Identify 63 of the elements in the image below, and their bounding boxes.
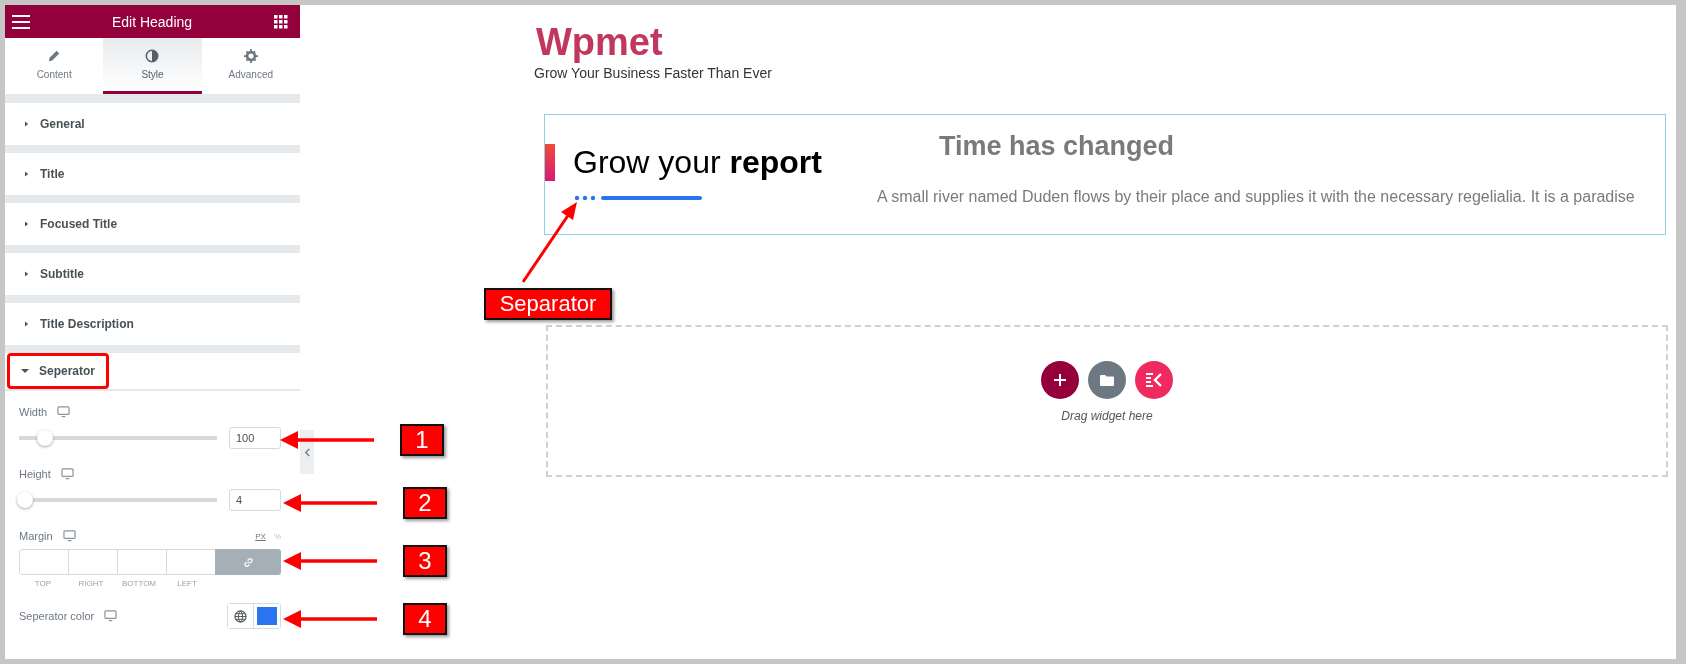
monitor-icon (57, 406, 71, 418)
grid-icon (274, 14, 288, 29)
slider-thumb[interactable] (36, 430, 53, 446)
caret-icon (25, 270, 30, 278)
site-tagline: Grow Your Business Faster Than Ever (534, 65, 773, 81)
number-field[interactable]: 4 (229, 489, 281, 511)
pencil-icon (47, 49, 62, 63)
input-field[interactable] (117, 549, 167, 575)
side-label: RIGHT (77, 578, 105, 588)
control-label: Width (19, 406, 48, 418)
side-label: LEFT (176, 578, 198, 588)
side-label: TOP (33, 578, 53, 588)
monitor-icon (62, 530, 76, 542)
section-header[interactable]: Seperator (7, 353, 110, 389)
panel-title: Edit Heading (111, 13, 193, 30)
callout-number: 4 (403, 603, 447, 635)
side-label: BOTTOM (120, 578, 158, 588)
drop-hint: Drag widget here (1061, 409, 1153, 423)
input-field[interactable] (19, 549, 69, 575)
collapse-handle[interactable] (300, 430, 314, 474)
folder-icon (1100, 374, 1114, 386)
callout-number: 3 (403, 545, 447, 577)
control-label: Height (19, 468, 51, 480)
monitor-icon (60, 468, 74, 480)
half-circle-icon (145, 49, 160, 63)
arrow-icon (283, 551, 379, 571)
control-label: Margin (19, 530, 53, 542)
globe-icon (234, 609, 247, 623)
panel-tab[interactable]: Style (103, 38, 202, 94)
caret-icon (25, 120, 30, 128)
settings-icon (243, 49, 258, 63)
arrow-icon (280, 430, 376, 450)
link-button[interactable] (215, 549, 281, 575)
arrow-icon (283, 609, 379, 629)
heading-text: Grow your report (573, 144, 822, 181)
unit-toggle[interactable]: PX (255, 531, 266, 541)
control-label: Seperator color (19, 610, 95, 622)
callout-number: 1 (400, 424, 444, 456)
library-button[interactable] (1135, 361, 1173, 399)
link-icon (242, 556, 254, 568)
caret-icon (21, 367, 29, 375)
callout-number: 2 (403, 487, 447, 519)
caret-icon (25, 220, 30, 228)
slider-thumb[interactable] (17, 492, 33, 508)
input-field[interactable] (68, 549, 118, 575)
number-field[interactable]: 100 (229, 427, 281, 449)
caret-icon (25, 170, 30, 178)
accent-bar (545, 144, 555, 181)
aside-title: Time has changed (939, 131, 1176, 162)
template-button[interactable] (1088, 361, 1126, 399)
input-field[interactable] (166, 549, 216, 575)
monitor-icon (104, 610, 118, 622)
add-button[interactable] (1041, 361, 1079, 399)
callout-label: Separator (484, 288, 612, 320)
arrow-icon (519, 200, 579, 284)
plus-icon (1054, 374, 1066, 386)
site-logo: Wpmet (535, 22, 664, 62)
globe-button[interactable] (228, 604, 254, 628)
caret-icon (25, 320, 30, 328)
menu-icon (12, 14, 30, 29)
aside-text: A small river named Duden flows by their place and supplies it with the necessary regelialia. It is a paradise (877, 188, 1636, 206)
bars-chevron-icon (1146, 373, 1162, 387)
arrow-icon (283, 493, 379, 513)
